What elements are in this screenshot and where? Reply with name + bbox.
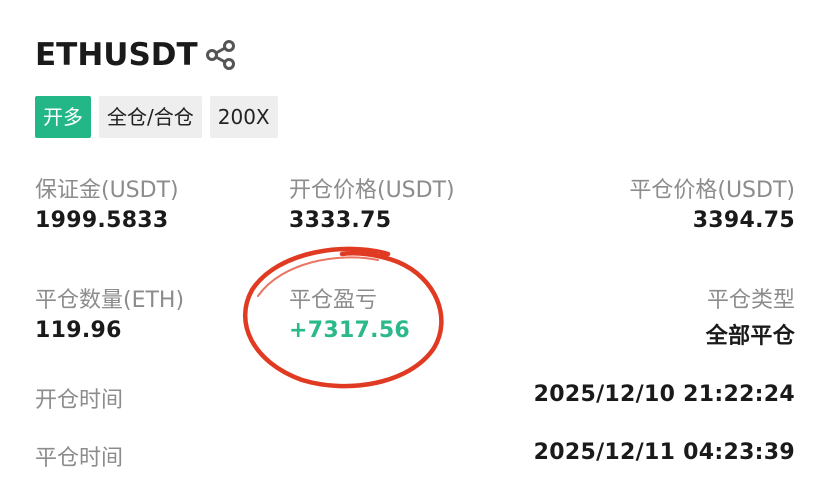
close-time-value: 2025/12/11 04:23:39 xyxy=(533,440,795,465)
open-price-value: 3333.75 xyxy=(289,208,392,233)
close-time-label: 平仓时间 xyxy=(35,446,124,471)
margin-label: 保证金(USDT) xyxy=(35,178,179,203)
margin-value: 1999.5833 xyxy=(35,208,169,233)
side-badge: 开多 xyxy=(35,96,91,138)
close-qty-label: 平仓数量(ETH) xyxy=(35,288,185,313)
close-price-value: 3394.75 xyxy=(692,208,795,233)
close-qty-value: 119.96 xyxy=(35,318,122,343)
close-type-label: 平仓类型 xyxy=(706,288,795,313)
open-time-value: 2025/12/10 21:22:24 xyxy=(533,382,795,407)
close-price-label: 平仓价格(USDT) xyxy=(629,178,795,203)
annotation-circle xyxy=(242,246,444,389)
share-icon[interactable] xyxy=(204,38,238,72)
leverage-badge: 200X xyxy=(209,96,278,138)
close-type-value: 全部平仓 xyxy=(705,324,795,349)
open-price-label: 开仓价格(USDT) xyxy=(289,178,455,203)
margin-mode-badge: 全仓/合仓 xyxy=(99,96,202,138)
open-time-label: 开仓时间 xyxy=(35,388,124,413)
symbol-title: ETHUSDT xyxy=(35,37,198,73)
title-row: ETHUSDT xyxy=(35,30,238,80)
badges-row: 开多 全仓/合仓 200X xyxy=(35,96,278,138)
